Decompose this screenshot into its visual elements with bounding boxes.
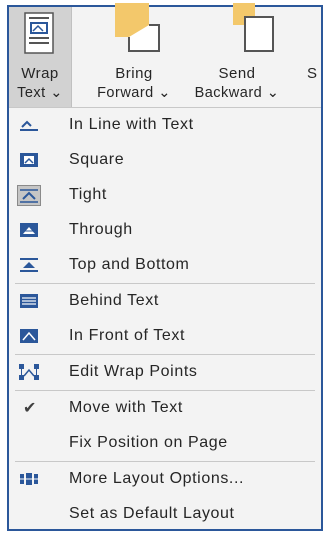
menu-item-through[interactable]: Through bbox=[9, 213, 321, 248]
menu-item-edit-wrap-points[interactable]: Edit Wrap Points bbox=[9, 355, 321, 390]
ribbon-arrange-group: Wrap Text ⌄ Bring Forward ⌄ Send Backwar… bbox=[9, 3, 321, 107]
menu-item-label: More Layout Options... bbox=[69, 470, 245, 487]
wrap-text-button[interactable]: Wrap Text ⌄ bbox=[9, 7, 72, 107]
menu-item-in-line-with-text[interactable]: In Line with Text bbox=[9, 108, 321, 143]
checkmark-icon: ✔ bbox=[23, 400, 37, 417]
send-backward-icon bbox=[233, 3, 274, 52]
bring-forward-label-2: Forward ⌄ bbox=[89, 85, 179, 101]
menu-item-fix-position-on-page[interactable]: Fix Position on Page bbox=[9, 426, 321, 461]
chevron-down-icon: ⌄ bbox=[158, 85, 171, 101]
bring-forward-label-1: Bring bbox=[115, 65, 153, 82]
wrap-text-label-text: Text bbox=[17, 85, 46, 101]
wrap-text-icon bbox=[24, 12, 54, 54]
menu-item-in-front-of-text[interactable]: In Front of Text bbox=[9, 319, 321, 354]
send-backward-label-1: Send bbox=[218, 65, 256, 82]
menu-item-move-with-text[interactable]: ✔ Move with Text bbox=[9, 391, 321, 426]
menu-item-behind-text[interactable]: Behind Text bbox=[9, 284, 321, 319]
square-wrap-icon bbox=[20, 153, 38, 167]
menu-item-label: Move with Text bbox=[69, 399, 183, 416]
tight-wrap-icon bbox=[17, 185, 41, 206]
menu-item-label: Tight bbox=[69, 186, 107, 203]
menu-item-label: Set as Default Layout bbox=[69, 505, 235, 522]
send-backward-button[interactable]: Send Backward ⌄ bbox=[185, 3, 289, 107]
menu-item-more-layout-options[interactable]: More Layout Options... bbox=[9, 462, 321, 497]
menu-item-label: Through bbox=[69, 221, 133, 238]
through-wrap-icon bbox=[20, 223, 38, 237]
menu-item-set-as-default-layout[interactable]: Set as Default Layout bbox=[9, 497, 321, 532]
chevron-down-icon: ⌄ bbox=[50, 85, 63, 101]
wrap-text-label-2: Text ⌄ bbox=[9, 85, 71, 101]
edit-wrap-points-icon bbox=[19, 364, 39, 380]
menu-item-label: Fix Position on Page bbox=[69, 434, 228, 451]
menu-item-label: Edit Wrap Points bbox=[69, 363, 198, 380]
menu-item-top-and-bottom[interactable]: Top and Bottom bbox=[9, 248, 321, 283]
menu-item-square[interactable]: Square bbox=[9, 143, 321, 178]
wrap-text-menu: In Line with Text Square Tight Through T… bbox=[9, 108, 321, 532]
selection-pane-label: S bbox=[307, 65, 318, 82]
menu-item-label: Top and Bottom bbox=[69, 256, 190, 273]
menu-item-label: In Line with Text bbox=[69, 116, 194, 133]
menu-item-tight[interactable]: Tight bbox=[9, 178, 321, 213]
wrap-text-label-1: Wrap bbox=[21, 65, 59, 82]
layout-options-icon bbox=[19, 473, 39, 485]
send-backward-label-text: Backward bbox=[194, 85, 263, 101]
wrap-text-dropdown-frame: Wrap Text ⌄ Bring Forward ⌄ Send Backwar… bbox=[7, 3, 323, 532]
bring-forward-button[interactable]: Bring Forward ⌄ bbox=[89, 3, 179, 107]
menu-item-label: Square bbox=[69, 151, 125, 168]
selection-pane-button-partial[interactable]: S bbox=[307, 7, 327, 107]
inline-text-icon bbox=[20, 120, 38, 131]
top-bottom-wrap-icon bbox=[20, 258, 38, 272]
bring-forward-label-text: Forward bbox=[97, 85, 154, 101]
chevron-down-icon: ⌄ bbox=[266, 85, 280, 101]
front-text-icon bbox=[20, 329, 38, 343]
menu-item-label: In Front of Text bbox=[69, 327, 186, 344]
behind-text-icon bbox=[20, 294, 38, 308]
menu-item-label: Behind Text bbox=[69, 292, 159, 309]
bring-forward-icon bbox=[115, 3, 160, 52]
send-backward-label-2: Backward ⌄ bbox=[185, 85, 289, 101]
